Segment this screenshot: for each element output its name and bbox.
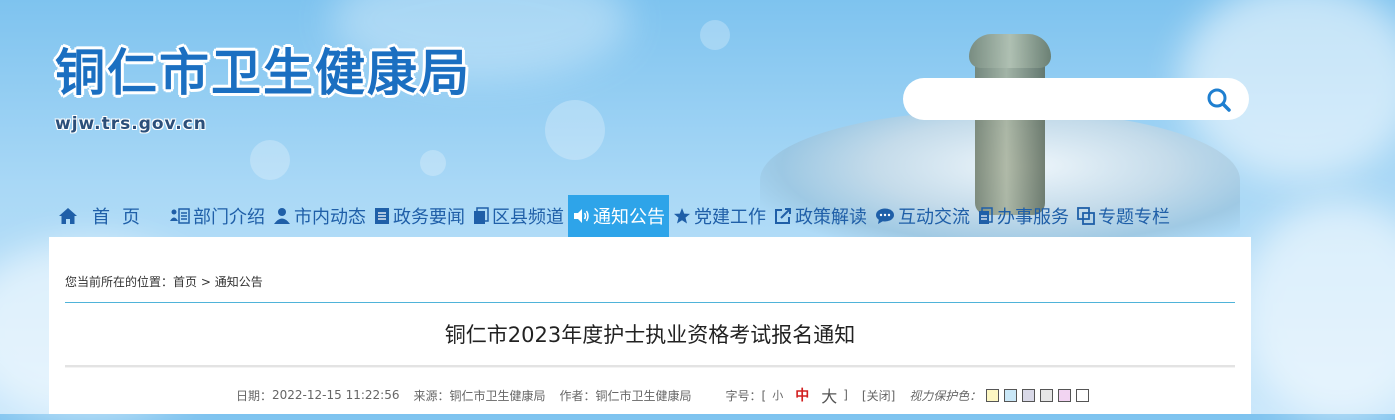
nav-item-special-topics[interactable]: 专题专栏 (1073, 195, 1174, 237)
nav-item-label: 区县频道 (492, 207, 564, 228)
nav-item-label: 政务要闻 (393, 207, 465, 228)
background-cloud (1240, 200, 1395, 420)
breadcrumb-separator: > (197, 275, 215, 289)
nav-item-label: 部门介绍 (193, 207, 265, 228)
window-icon (1077, 207, 1095, 225)
eye-care-swatch-yellow[interactable] (986, 388, 1000, 402)
chat-icon (876, 208, 894, 224)
breadcrumb-current-link[interactable]: 通知公告 (215, 275, 263, 289)
eye-care-swatch-lavender[interactable] (1022, 388, 1036, 402)
close-button[interactable]: [关闭] (862, 387, 895, 404)
divider (65, 302, 1235, 303)
home-icon (59, 208, 77, 224)
org-list-icon (170, 208, 190, 224)
background-bokeh (700, 20, 730, 50)
eye-care-swatch-white[interactable] (1076, 388, 1090, 402)
main-nav: 首页 部门介绍 市内动态 政务要闻 区县频道 通知公告 党建工作 政策解读 互动… (50, 195, 1174, 237)
publish-date: 2022-12-15 11:22:56 (272, 388, 400, 402)
search-input[interactable] (921, 84, 1195, 116)
background-bokeh (420, 150, 446, 176)
nav-item-label: 政策解读 (795, 207, 867, 228)
nav-item-label: 办事服务 (997, 207, 1069, 228)
eye-care-swatch-gray[interactable] (1040, 388, 1054, 402)
nav-item-notices[interactable]: 通知公告 (568, 195, 669, 237)
nav-item-label: 通知公告 (593, 207, 665, 228)
article-author: 铜仁市卫生健康局 (595, 388, 692, 403)
breadcrumb-home-link[interactable]: 首页 (173, 275, 197, 289)
article-source: 铜仁市卫生健康局 (449, 388, 546, 403)
nav-item-city-news[interactable]: 市内动态 (269, 195, 370, 237)
nav-item-policy[interactable]: 政策解读 (770, 195, 871, 237)
speaker-icon (574, 209, 589, 223)
font-size-medium-button[interactable]: 中 (795, 385, 809, 405)
author-label: 作者： (559, 388, 596, 403)
source-label: 来源： (413, 388, 450, 403)
article-meta: 日期： 2022-12-15 11:22:56 来源： 铜仁市卫生健康局 作者：… (236, 383, 1090, 407)
search-button[interactable] (1205, 86, 1233, 114)
nav-item-label: 市内动态 (294, 207, 366, 228)
eye-care-label: 视力保护色： (909, 388, 982, 403)
nav-item-department[interactable]: 部门介绍 (166, 195, 269, 237)
breadcrumb: 您当前所在的位置：首页 > 通知公告 (65, 273, 263, 290)
breadcrumb-prefix: 您当前所在的位置： (65, 275, 174, 289)
article-title: 铜仁市2023年度护士执业资格考试报名通知 (444, 323, 856, 347)
background-bokeh (250, 140, 290, 180)
date-label: 日期： (236, 388, 273, 403)
mobile-doc-icon (979, 207, 993, 224)
nav-item-label: 首页 (92, 207, 152, 228)
site-domain: wjw.trs.gov.cn (55, 114, 207, 134)
copy-icon (474, 207, 489, 224)
divider (65, 365, 1235, 367)
nav-item-label: 专题专栏 (1098, 207, 1170, 228)
star-icon (674, 208, 690, 224)
nav-item-interaction[interactable]: 互动交流 (871, 195, 974, 237)
nav-item-home[interactable]: 首页 (50, 195, 166, 237)
person-icon (274, 208, 290, 224)
site-title: 铜仁市卫生健康局 (55, 43, 471, 102)
eye-care-swatch-pink[interactable] (1058, 388, 1072, 402)
font-size-large-button[interactable]: 大 (821, 383, 837, 407)
content-panel: 您当前所在的位置：首页 > 通知公告 铜仁市2023年度护士执业资格考试报名通知… (49, 237, 1251, 414)
external-edit-icon (775, 208, 791, 224)
background-bokeh (545, 100, 605, 160)
search-box (903, 78, 1249, 120)
font-size-close-bracket: ] (843, 388, 848, 402)
eye-care-swatch-blue[interactable] (1004, 388, 1018, 402)
background-rock-pillar (969, 34, 1051, 215)
document-icon (375, 208, 389, 224)
search-icon (1207, 88, 1231, 112)
nav-item-label: 互动交流 (898, 207, 970, 228)
font-size-label: 字号：[ (725, 388, 767, 403)
nav-item-county-channel[interactable]: 区县频道 (469, 195, 568, 237)
nav-item-gov-news[interactable]: 政务要闻 (370, 195, 469, 237)
nav-item-party-building[interactable]: 党建工作 (669, 195, 770, 237)
nav-item-services[interactable]: 办事服务 (974, 195, 1073, 237)
font-size-small-button[interactable]: 小 (772, 387, 783, 403)
nav-item-label: 党建工作 (694, 207, 766, 228)
